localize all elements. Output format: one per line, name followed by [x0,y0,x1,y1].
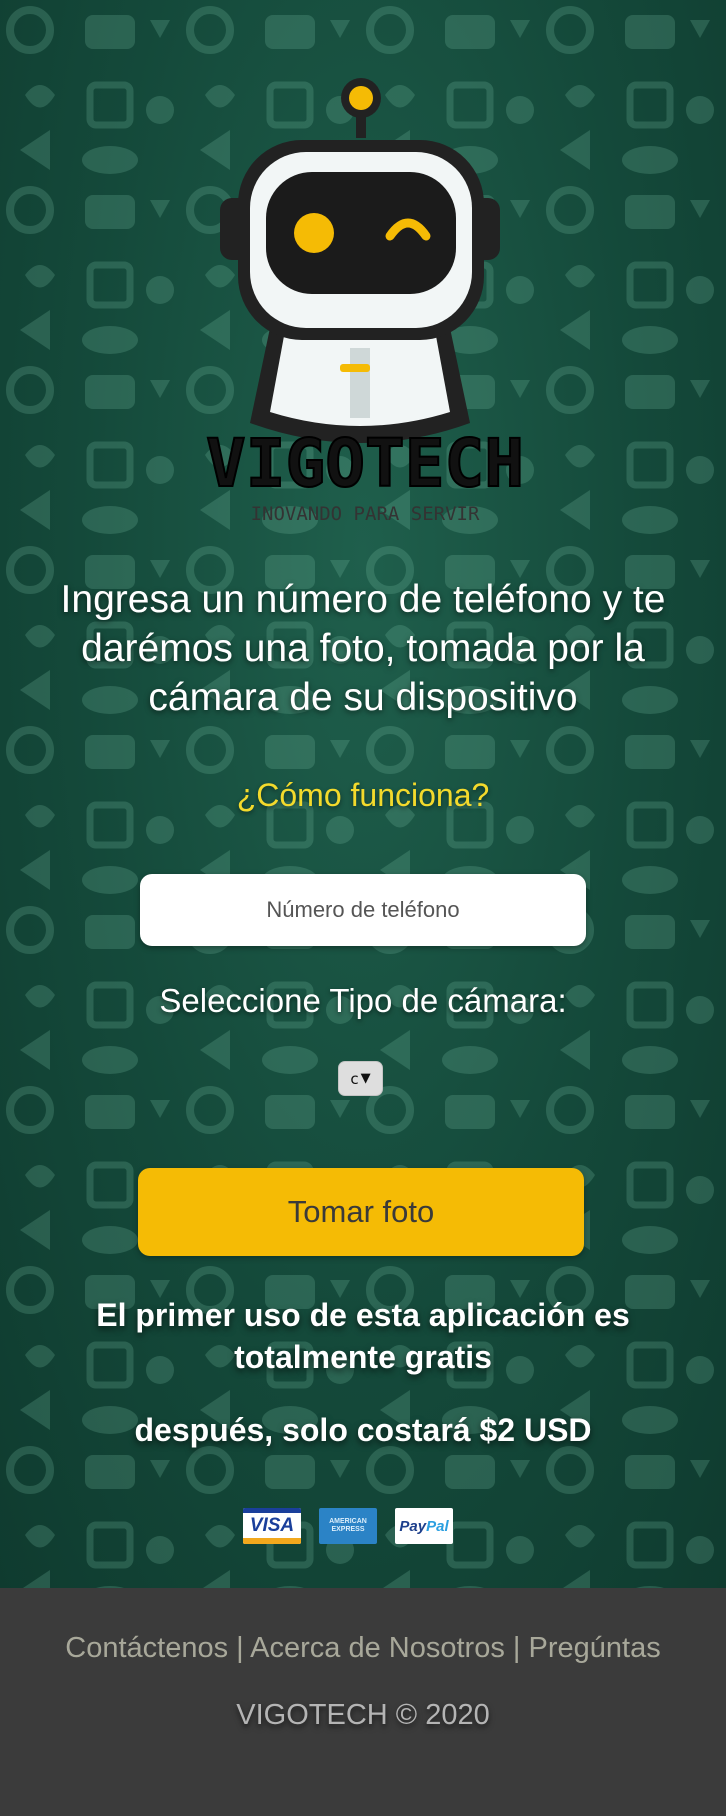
amex-line2: EXPRESS [331,1526,365,1533]
amex-icon: AMERICAN EXPRESS [319,1508,377,1544]
phone-number-input[interactable] [140,874,586,946]
how-it-works-link[interactable]: ¿Cómo funciona? [0,777,726,814]
paypal-icon: Pay Pal [395,1508,453,1544]
visa-label: VISA [249,1515,295,1536]
camera-type-label: Seleccione Tipo de cámara: [159,982,567,1019]
amex-line1: AMERICAN [329,1518,367,1525]
footer-separator: | [236,1632,244,1664]
footer-separator: | [512,1632,521,1664]
camera-type-select[interactable]: c ▼ [338,1061,383,1096]
paypal-pal: Pal [426,1517,449,1535]
brand-tagline: INOVANDO PARA SERVIR [251,503,480,525]
hero-section: VIGOTECH INOVANDO PARA SERVIR Ingresa un… [0,0,726,1588]
brand-name: VIGOTECH [206,425,524,502]
price-notice: después, solo costará $2 USD [134,1412,592,1448]
page: VIGOTECH INOVANDO PARA SERVIR Ingresa un… [0,0,726,1816]
triangle-down-icon: ▼ [360,1071,371,1086]
camera-type-selected: c [350,1069,359,1088]
footer-links: Contáctenos | Acerca de Nosotros | Pregú… [0,1632,726,1665]
free-notice: El primer uso de esta aplicación es tota… [96,1297,630,1375]
about-link[interactable]: Acerca de Nosotros [250,1632,505,1664]
copyright: VIGOTECH © 2020 [236,1699,490,1731]
robot-mascot-icon: VIGOTECH INOVANDO PARA SERVIR [205,78,525,525]
payment-methods: VISA AMERICAN EXPRESS Pay Pal [243,1508,483,1544]
contact-link[interactable]: Contáctenos [65,1632,228,1664]
footer: Contáctenos | Acerca de Nosotros | Pregú… [0,1588,726,1816]
take-photo-button[interactable]: Tomar foto [138,1168,584,1256]
headline: Ingresa un número de teléfono y te darém… [60,578,666,719]
visa-icon: VISA [243,1508,301,1544]
faq-link[interactable]: Pregúntas [529,1632,661,1664]
paypal-pay: Pay [399,1517,427,1535]
